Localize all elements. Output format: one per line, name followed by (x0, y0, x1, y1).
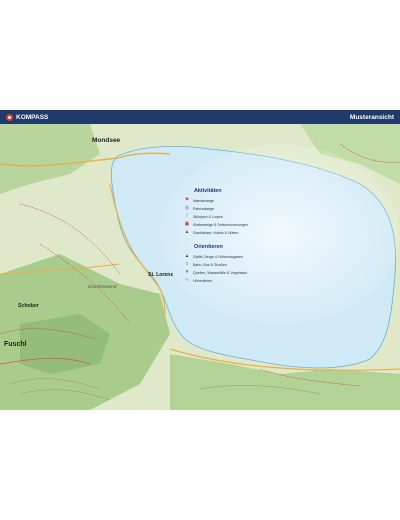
legend-label: Bahn, Bus & Straßen (193, 262, 227, 267)
legend-item: ▣ Klettersteige & Seilversicherungen (184, 222, 248, 227)
legend-item: ○ Bahn, Bus & Straßen (184, 261, 227, 267)
climbing-icon: ▣ (184, 221, 190, 227)
brand-label: KOMPASS (16, 113, 49, 121)
hut-icon: ▲ (184, 229, 190, 235)
legend-label: Fahrradwege (193, 206, 215, 211)
place-label-schober: Schober (18, 303, 39, 309)
legend-orientation-title: Orientieren (194, 244, 223, 250)
legend-item: ⚑ Wanderwege (184, 198, 214, 203)
legend-activities-title: Aktivitäten (194, 188, 222, 194)
place-label-mondsee: Mondsee (92, 137, 121, 144)
map-canvas: Mondsee St. Lorenz Schober Fuschl Drache… (0, 124, 400, 410)
skier-icon: ⁄ (186, 213, 188, 219)
map-card: KOMPASS Musteransicht Mondsee St. Lorenz… (0, 110, 400, 410)
legend-item: ▴ Gipfel, Berge & Höhenangaben (184, 254, 243, 259)
legend-label: Quellen, Wasserfälle & Vegetation (193, 270, 248, 275)
legend-label: Klettersteige & Seilversicherungen (193, 222, 248, 227)
contour-icon: ∿ (184, 277, 190, 283)
place-label-fuschl: Fuschl (4, 341, 27, 348)
place-label-st-lorenz: St. Lorenz (148, 272, 173, 278)
water-drop-icon: ▾ (185, 269, 189, 275)
preview-label: Musteransicht (349, 113, 394, 121)
legend-item: ◎ Fahrradwege (184, 206, 214, 211)
hiker-icon: ⚑ (184, 197, 190, 203)
place-label-drachenwand: Drachenwand (88, 284, 117, 289)
legend-label: Gipfel, Berge & Höhenangaben (193, 254, 243, 259)
legend-label: Gasthäuser, Hotels & Hütten (193, 230, 239, 235)
kompass-logo-icon (6, 113, 13, 121)
legend-item: ▲ Gasthäuser, Hotels & Hütten (184, 230, 239, 235)
legend-label: Wanderwege (193, 198, 215, 203)
bicycle-icon: ◎ (184, 205, 190, 211)
legend-label: Skiloipen & Loipen (193, 214, 223, 219)
topographic-map[interactable]: Mondsee St. Lorenz Schober Fuschl Drache… (0, 124, 400, 410)
legend-item: ⁄ Skiloipen & Loipen (184, 214, 223, 219)
peak-icon: ▴ (185, 253, 189, 259)
legend-label: Höhenlinien (193, 278, 212, 283)
header-bar: KOMPASS Musteransicht (0, 110, 400, 124)
bus-icon: ○ (185, 261, 189, 267)
brand: KOMPASS (6, 113, 49, 121)
legend-item: ∿ Höhenlinien (184, 278, 212, 283)
legend-item: ▾ Quellen, Wasserfälle & Vegetation (184, 269, 248, 275)
